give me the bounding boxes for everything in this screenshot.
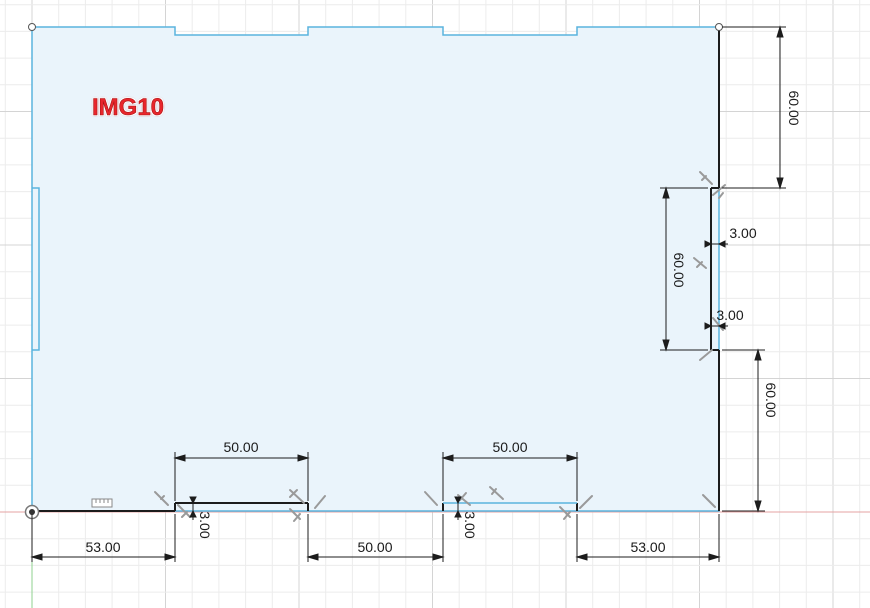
dim-bottom-mid-width[interactable]: 50.00	[357, 539, 392, 555]
dim-slot-right-width[interactable]: 50.00	[492, 439, 527, 455]
dim-right-mid-height[interactable]: 60.00	[671, 252, 687, 287]
dim-slot-left-depth[interactable]: 3.00	[197, 511, 213, 538]
sketch-svg[interactable]: 53.00 50.00 53.00 50.00 50.00 3.00 3.00 …	[0, 0, 870, 608]
dim-right-slot-depth-bottom[interactable]: 3.00	[716, 307, 743, 323]
corner-point-top-left[interactable]	[28, 23, 36, 31]
corner-point-top-right[interactable]	[715, 23, 723, 31]
sketch-label-container: IMG10	[92, 94, 165, 122]
dim-right-bottom-height[interactable]: 60.00	[763, 382, 779, 417]
dimension-tool-icon	[91, 498, 113, 508]
dim-right-slot-depth-top[interactable]: 3.00	[729, 225, 756, 241]
dim-bottom-left-width[interactable]: 53.00	[85, 539, 120, 555]
dim-slot-right-depth[interactable]: 3.00	[462, 511, 478, 538]
sketch-label: IMG10	[92, 94, 165, 122]
sketch-canvas[interactable]: 53.00 50.00 53.00 50.00 50.00 3.00 3.00 …	[0, 0, 870, 608]
dim-right-top-height[interactable]: 60.00	[786, 90, 802, 125]
dim-slot-left-width[interactable]: 50.00	[223, 439, 258, 455]
dim-bottom-right-width[interactable]: 53.00	[630, 539, 665, 555]
